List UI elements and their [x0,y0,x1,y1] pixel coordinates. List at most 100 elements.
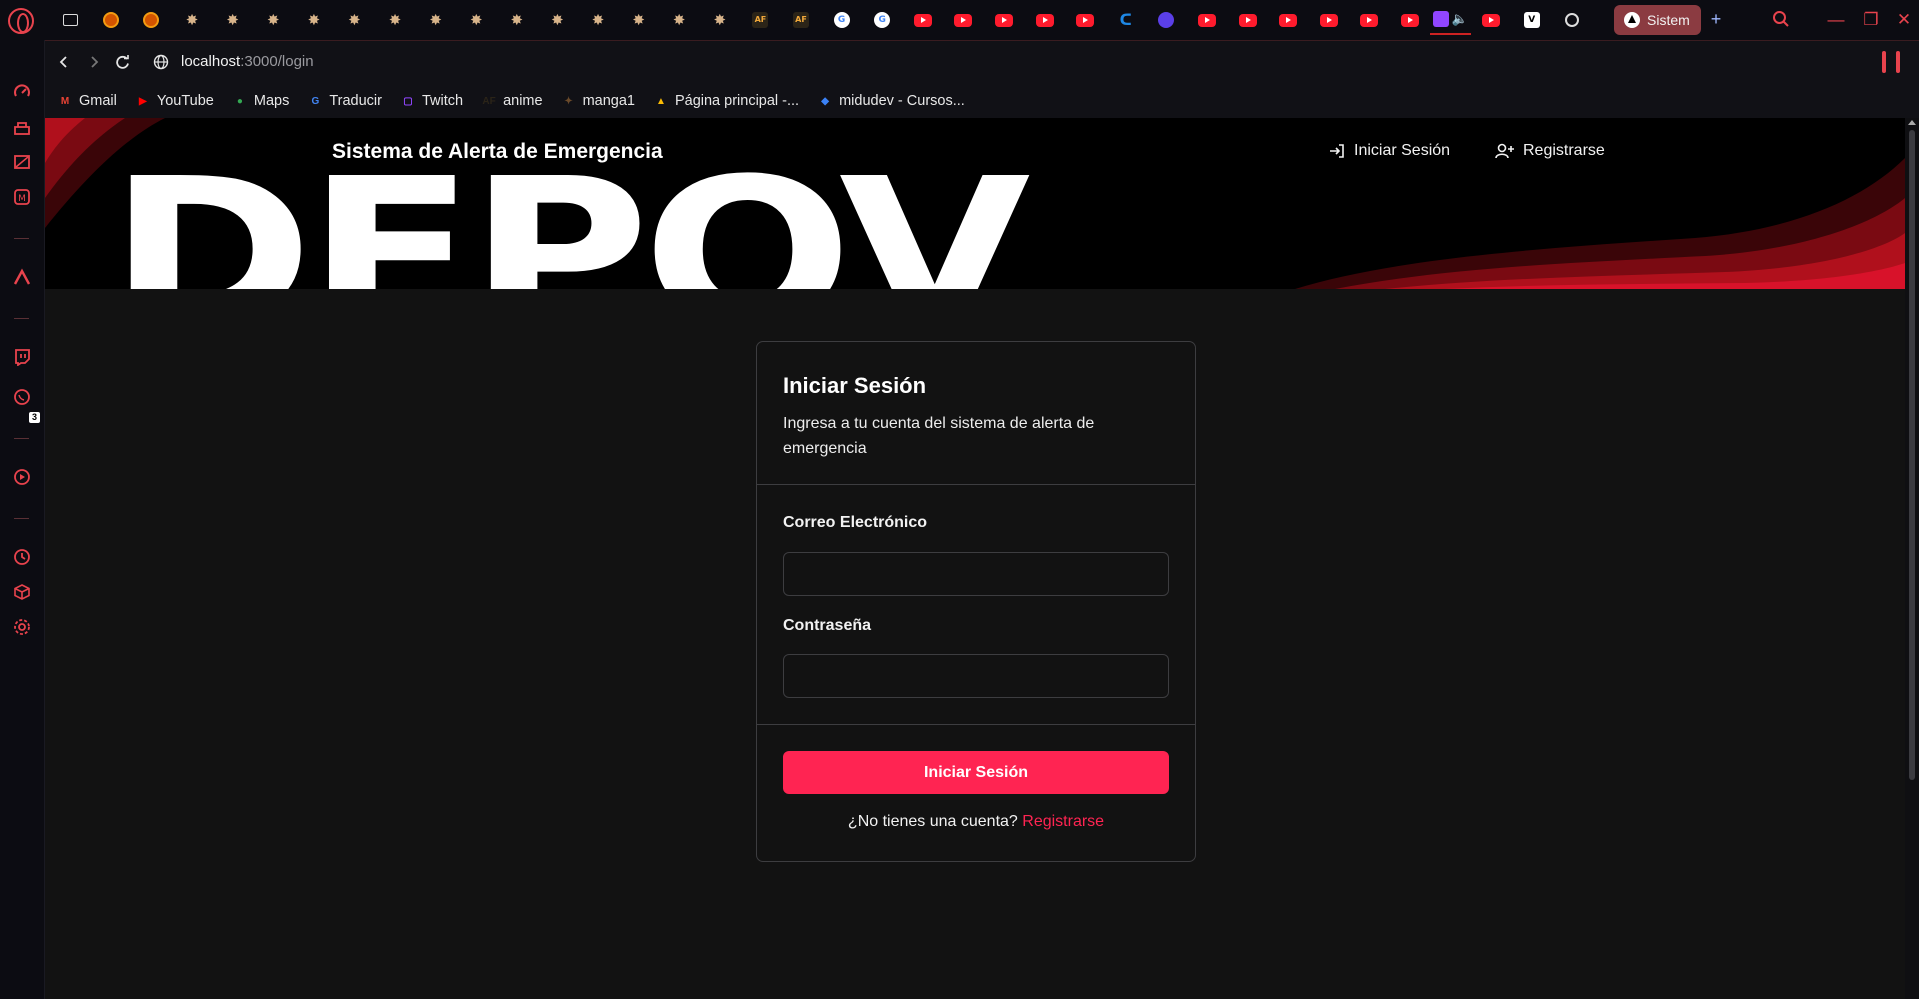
cube-icon[interactable] [11,581,33,603]
aria-icon[interactable] [11,116,33,138]
twitch-icon: ▢ [403,95,413,107]
tab-manga[interactable]: ✸ [415,5,456,35]
whatsapp-icon[interactable] [11,386,33,408]
app-a-icon[interactable] [11,266,33,288]
back-button[interactable] [52,50,76,74]
tab-youtube[interactable] [1065,5,1106,35]
bookmark-item[interactable]: AF anime [481,93,542,109]
tab-youtube[interactable] [1390,5,1431,35]
tab-youtube[interactable] [1349,5,1390,35]
tab-af[interactable]: AF [740,5,781,35]
tab-google[interactable]: G [862,5,903,35]
history-icon[interactable] [11,546,33,568]
tab-youtube[interactable] [984,5,1025,35]
bookmark-item[interactable]: ▲ Página principal -... [653,93,799,109]
speed-dial-icon[interactable] [11,81,33,103]
hero-header: DEPOV Sistema de Alerta de Emergencia In… [45,118,1905,289]
tab-youtube[interactable] [1308,5,1349,35]
sidebar-toggle-icon[interactable] [1882,51,1902,73]
close-icon[interactable]: ✕ [1889,6,1919,34]
midudev-icon: ◆ [821,95,829,107]
forward-button[interactable] [82,50,106,74]
tab-manga[interactable]: ✸ [172,5,213,35]
youtube-icon [1400,13,1419,27]
tab-manga[interactable]: ✸ [334,5,375,35]
scroll-up-arrow-icon[interactable] [1908,120,1916,125]
google-icon: G [874,12,891,28]
messenger-m-icon[interactable]: M [11,186,33,208]
manga-icon: ✦ [564,95,573,107]
tab-youtube[interactable] [902,5,943,35]
email-field[interactable] [783,552,1169,596]
restore-icon[interactable]: ❐ [1856,6,1886,34]
new-tab-button[interactable]: + [1705,8,1727,30]
active-tab-title: Sistem [1647,12,1690,28]
tab-manga[interactable]: ✸ [578,5,619,35]
tab-manga[interactable]: ✸ [456,5,497,35]
minimize-icon[interactable]: — [1821,6,1851,34]
tab-gear[interactable] [1552,5,1593,35]
tab-youtube[interactable] [1187,5,1228,35]
opera-logo-icon[interactable] [8,8,34,34]
opera-sidebar: M 3 [0,40,45,999]
tab-youtube[interactable] [1227,5,1268,35]
tab-edge[interactable]: ᑕ [1105,5,1146,35]
bookmark-item[interactable]: ✦ manga1 [561,93,635,109]
tab-manga[interactable]: ✸ [618,5,659,35]
vc-icon: V [1523,12,1540,28]
tab-manga[interactable]: ✸ [659,5,700,35]
youtube-icon [1279,13,1298,27]
settings-site-icon [1565,13,1580,27]
sidebar-twitch-icon[interactable] [11,346,33,368]
tab-af[interactable]: AF [781,5,822,35]
tab-google[interactable]: G [821,5,862,35]
login-submit-button[interactable]: Iniciar Sesión [783,751,1169,794]
password-field[interactable] [783,654,1169,698]
bookmark-label: Gmail [79,93,117,109]
bookmark-item[interactable]: G Traducir [307,93,382,109]
speaker-icon[interactable]: 🔈 [1452,11,1468,27]
tab-stack[interactable] [1146,5,1187,35]
tab-youtube[interactable] [1268,5,1309,35]
nav-register-link[interactable]: Registrarse [1495,142,1605,160]
tab-manga[interactable]: ✸ [294,5,335,35]
sidebar-divider [14,238,29,239]
sidebar-divider [14,318,29,319]
tab-manga[interactable]: ✸ [700,5,741,35]
address-bar: localhost:3000/login [45,40,1919,84]
tab-monitor[interactable] [50,5,91,35]
reload-button[interactable] [110,50,134,74]
player-icon[interactable] [11,466,33,488]
manga-icon: ✸ [266,11,280,29]
url-field[interactable]: localhost:3000/login [181,53,314,70]
register-link[interactable]: Registrarse [1022,813,1104,830]
bookmark-item[interactable]: ● Maps [232,93,290,109]
tab-manga[interactable]: ✸ [537,5,578,35]
tab-search-icon[interactable] [1772,10,1790,28]
scroll-thumb[interactable] [1909,130,1915,780]
tab-manga[interactable]: ✸ [497,5,538,35]
tab-youtube[interactable] [943,5,984,35]
bookmark-item[interactable]: ◆ midudev - Cursos... [817,93,965,109]
tab-youtube[interactable] [1024,5,1065,35]
bookmarks-bar: M Gmail ▶ YouTube ● Maps G Traducir ▢ Twitch AF ani… [45,84,1919,118]
tab-manga[interactable]: ✸ [212,5,253,35]
tab-orange-2[interactable] [131,5,172,35]
tab-manga[interactable]: ✸ [253,5,294,35]
tab-orange-1[interactable] [91,5,132,35]
page-scrollbar[interactable] [1905,118,1919,999]
settings-icon[interactable] [11,616,33,638]
tab-manga[interactable]: ✸ [375,5,416,35]
nav-login-link[interactable]: Iniciar Sesión [1328,142,1450,160]
bookmark-item[interactable]: ▢ Twitch [400,93,463,109]
active-tab[interactable]: Sistem [1614,5,1701,35]
login-card: Iniciar Sesión Ingresa a tu cuenta del s… [756,341,1196,862]
extensions-icon[interactable] [11,151,33,173]
manga-icon: ✸ [429,11,442,29]
twitch-badge: 3 [29,412,40,423]
tab-youtube[interactable] [1471,5,1512,35]
tab-twitch-playing[interactable]: 🔈 [1430,5,1471,35]
bookmark-item[interactable]: M Gmail [57,93,117,109]
bookmark-item[interactable]: ▶ YouTube [135,93,214,109]
tab-vc[interactable]: V [1511,5,1552,35]
